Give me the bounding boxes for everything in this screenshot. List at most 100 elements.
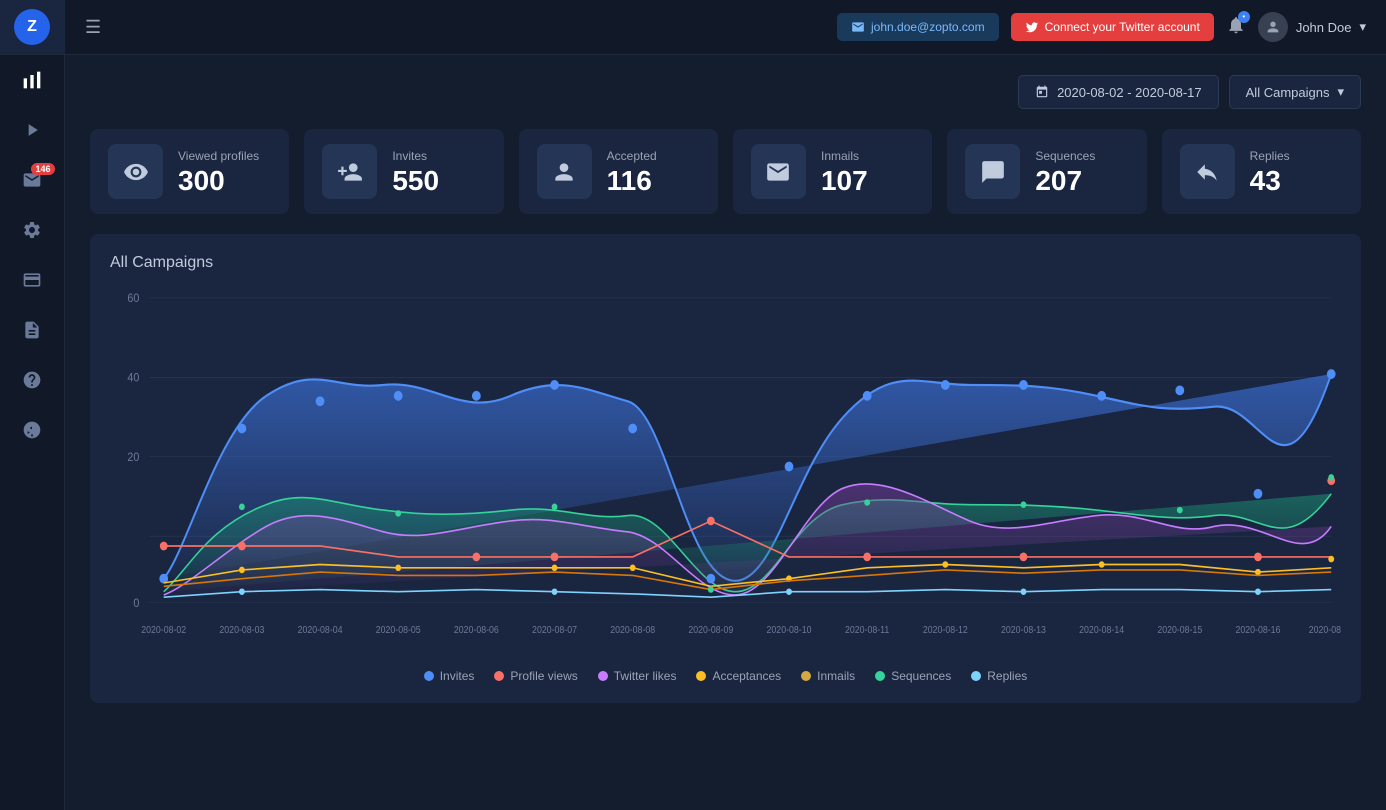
stat-card-accepted: Accepted 116 (519, 129, 718, 214)
stat-label-viewed: Viewed profiles (178, 149, 259, 163)
stat-card-replies: Replies 43 (1162, 129, 1361, 214)
legend-replies: Replies (971, 669, 1027, 683)
legend-accept-label: Acceptances (712, 669, 781, 683)
sidebar-item-messages[interactable]: 146 (0, 155, 65, 205)
svg-text:2020-08-03: 2020-08-03 (219, 625, 264, 636)
svg-text:2020-08-05: 2020-08-05 (376, 625, 421, 636)
svg-text:2020-08-10: 2020-08-10 (767, 625, 812, 636)
date-range-label: 2020-08-02 - 2020-08-17 (1057, 85, 1202, 100)
calendar-icon (1035, 85, 1049, 99)
legend-replies-dot (971, 671, 981, 681)
stat-label-replies: Replies (1250, 149, 1290, 163)
stat-card-sequences: Sequences 207 (947, 129, 1146, 214)
stat-info-replies: Replies 43 (1250, 149, 1290, 195)
legend-sequences: Sequences (875, 669, 951, 683)
chart-title: All Campaigns (110, 254, 1341, 272)
stat-value-accepted: 116 (607, 167, 657, 195)
notification-badge: • (1238, 11, 1250, 23)
svg-text:2020-08-02: 2020-08-02 (141, 625, 186, 636)
campaign-arrow: ▾ (1337, 84, 1344, 100)
stats-row: Viewed profiles 300 Invites 550 Acce (90, 129, 1361, 214)
sidebar-item-launch[interactable] (0, 405, 65, 455)
stat-card-invites: Invites 550 (304, 129, 503, 214)
svg-text:2020-08-09: 2020-08-09 (688, 625, 733, 636)
hamburger-menu[interactable]: ☰ (85, 17, 101, 38)
user-menu[interactable]: John Doe ▾ (1258, 12, 1366, 42)
stat-value-replies: 43 (1250, 167, 1290, 195)
stat-label-inmails: Inmails (821, 149, 868, 163)
sequences-icon (965, 144, 1020, 199)
invites-icon (322, 144, 377, 199)
sidebar-item-cards[interactable] (0, 255, 65, 305)
svg-text:2020-08-14: 2020-08-14 (1079, 625, 1124, 636)
svg-text:2020-08-06: 2020-08-06 (454, 625, 499, 636)
stat-card-viewed-profiles: Viewed profiles 300 (90, 129, 289, 214)
stat-info-invites: Invites 550 (392, 149, 439, 195)
svg-text:2020-08-04: 2020-08-04 (298, 625, 343, 636)
date-range-button[interactable]: 2020-08-02 - 2020-08-17 (1018, 75, 1219, 109)
sidebar-item-settings[interactable] (0, 205, 65, 255)
legend-seq-dot (875, 671, 885, 681)
stat-value-inmails: 107 (821, 167, 868, 195)
svg-text:2020-08-17: 2020-08-17 (1309, 625, 1341, 636)
twitter-icon (1025, 20, 1039, 34)
legend-inmails-label: Inmails (817, 669, 855, 683)
user-name: John Doe (1296, 20, 1352, 35)
svg-text:60: 60 (127, 293, 139, 306)
svg-text:0: 0 (133, 597, 139, 610)
stat-label-accepted: Accepted (607, 149, 657, 163)
twitter-button[interactable]: Connect your Twitter account (1011, 13, 1214, 41)
messages-badge: 146 (31, 163, 54, 175)
filter-row: 2020-08-02 - 2020-08-17 All Campaigns ▾ (90, 75, 1361, 109)
logo-icon: Z (14, 9, 50, 45)
stat-info-viewed-profiles: Viewed profiles 300 (178, 149, 259, 195)
stat-info-sequences: Sequences 207 (1035, 149, 1095, 195)
user-dropdown-arrow: ▾ (1359, 19, 1366, 35)
email-button[interactable]: john.doe@zopto.com (837, 13, 999, 41)
chart-section: All Campaigns (90, 234, 1361, 703)
sidebar-item-docs[interactable] (0, 305, 65, 355)
sidebar-item-analytics[interactable] (0, 55, 65, 105)
email-label: john.doe@zopto.com (871, 20, 985, 34)
stat-info-inmails: Inmails 107 (821, 149, 868, 195)
legend-profile-label: Profile views (510, 669, 577, 683)
svg-text:20: 20 (127, 452, 139, 465)
replies-icon (1180, 144, 1235, 199)
legend-invites: Invites (424, 669, 475, 683)
svg-text:2020-08-13: 2020-08-13 (1001, 625, 1046, 636)
campaign-label: All Campaigns (1246, 85, 1330, 100)
sidebar: Z 146 (0, 0, 65, 810)
twitter-label: Connect your Twitter account (1045, 20, 1200, 34)
topbar-right: john.doe@zopto.com Connect your Twitter … (837, 12, 1366, 42)
legend-inmails: Inmails (801, 669, 855, 683)
sidebar-item-play[interactable] (0, 105, 65, 155)
chart-legend: Invites Profile views Twitter likes Acce… (110, 669, 1341, 683)
svg-text:2020-08-12: 2020-08-12 (923, 625, 968, 636)
legend-accept-dot (696, 671, 706, 681)
sidebar-item-help[interactable] (0, 355, 65, 405)
chart-svg: 60 40 20 0 2020-08-02 2020-08-03 2020-08… (110, 287, 1341, 657)
accepted-icon (537, 144, 592, 199)
svg-text:2020-08-16: 2020-08-16 (1235, 625, 1280, 636)
topbar-left: ☰ (85, 17, 101, 38)
chart-area: 60 40 20 0 2020-08-02 2020-08-03 2020-08… (110, 287, 1341, 657)
campaign-filter-button[interactable]: All Campaigns ▾ (1229, 75, 1361, 109)
email-icon (851, 20, 865, 34)
stat-info-accepted: Accepted 116 (607, 149, 657, 195)
stat-label-invites: Invites (392, 149, 439, 163)
legend-twitter-dot (598, 671, 608, 681)
legend-seq-label: Sequences (891, 669, 951, 683)
legend-twitter-likes: Twitter likes (598, 669, 677, 683)
main-content-area: 2020-08-02 - 2020-08-17 All Campaigns ▾ … (65, 55, 1386, 810)
notification-button[interactable]: • (1226, 15, 1246, 40)
legend-invites-label: Invites (440, 669, 475, 683)
sidebar-logo[interactable]: Z (0, 0, 65, 55)
stat-value-invites: 550 (392, 167, 439, 195)
topbar: ☰ john.doe@zopto.com Connect your Twitte… (65, 0, 1386, 55)
avatar (1258, 12, 1288, 42)
legend-profile-dot (494, 671, 504, 681)
stat-value-viewed: 300 (178, 167, 259, 195)
legend-twitter-label: Twitter likes (614, 669, 677, 683)
viewed-profiles-icon (108, 144, 163, 199)
main-content: ☰ john.doe@zopto.com Connect your Twitte… (65, 0, 1386, 810)
